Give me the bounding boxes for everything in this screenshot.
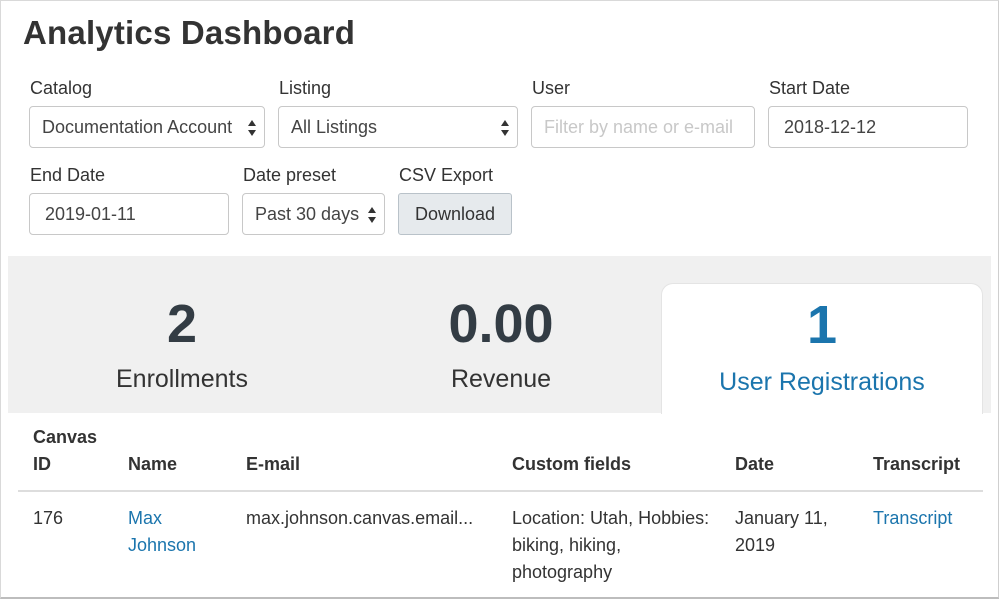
catalog-select[interactable]: Documentation Account bbox=[29, 106, 265, 148]
stat-label: User Registrations bbox=[719, 368, 925, 396]
cell-canvas-id: 176 bbox=[33, 508, 64, 528]
stat-revenue[interactable]: 0.00 Revenue bbox=[341, 256, 661, 413]
select-caret-icon bbox=[501, 120, 509, 136]
stats-panel: 2 Enrollments 0.00 Revenue 1 User Regist… bbox=[8, 256, 991, 414]
end-date-label: End Date bbox=[30, 165, 106, 185]
start-date-input[interactable]: 2018-12-12 bbox=[768, 106, 968, 148]
user-label: User bbox=[532, 78, 571, 98]
end-date-input[interactable]: 2019-01-11 bbox=[29, 193, 229, 235]
catalog-label: Catalog bbox=[30, 78, 93, 98]
stat-user-registrations[interactable]: 1 User Registrations bbox=[661, 283, 983, 414]
cell-custom-fields: Location: Utah, Hobbies: biking, hiking,… bbox=[512, 508, 710, 582]
stat-label: Revenue bbox=[450, 365, 552, 393]
date-preset-select[interactable]: Past 30 days bbox=[242, 193, 385, 235]
user-filter-input[interactable]: Filter by name or e-mail bbox=[531, 106, 755, 148]
page-title: Analytics Dashboard bbox=[23, 14, 356, 51]
transcript-link[interactable]: Transcript bbox=[873, 508, 952, 528]
user-filter-placeholder: Filter by name or e-mail bbox=[544, 117, 734, 137]
start-date-label: Start Date bbox=[769, 78, 851, 98]
stat-value: 1 bbox=[806, 295, 838, 355]
header-custom-fields: Custom fields bbox=[497, 424, 720, 492]
date-preset-value: Past 30 days bbox=[255, 204, 360, 224]
date-preset-label: Date preset bbox=[243, 165, 337, 185]
listing-select-value: All Listings bbox=[291, 117, 378, 137]
table-row: 176 Max Johnson max.johnson.canvas.email… bbox=[18, 491, 983, 586]
csv-export-label: CSV Export bbox=[399, 165, 494, 185]
header-transcript: Transcript bbox=[858, 424, 983, 492]
header-canvas-id: Canvas ID bbox=[18, 424, 113, 492]
listing-label: Listing bbox=[279, 78, 332, 98]
user-name-link[interactable]: Max Johnson bbox=[128, 508, 196, 555]
stat-value: 0.00 bbox=[448, 294, 554, 354]
download-button[interactable]: Download bbox=[398, 193, 512, 235]
listing-select[interactable]: All Listings bbox=[278, 106, 518, 148]
header-email: E-mail bbox=[231, 424, 497, 492]
select-caret-icon bbox=[368, 207, 376, 223]
registrations-table: Canvas ID Name E-mail Custom fields Date… bbox=[18, 424, 983, 586]
cell-date: January 11, 2019 bbox=[735, 508, 828, 555]
stat-value: 2 bbox=[166, 294, 198, 354]
header-date: Date bbox=[720, 424, 858, 492]
end-date-value: 2019-01-11 bbox=[45, 204, 136, 224]
catalog-select-value: Documentation Account bbox=[42, 117, 233, 137]
select-caret-icon bbox=[248, 120, 256, 136]
stat-label: Enrollments bbox=[116, 365, 248, 393]
cell-email: max.johnson.canvas.email... bbox=[246, 508, 474, 528]
start-date-value: 2018-12-12 bbox=[784, 117, 877, 137]
stat-enrollments[interactable]: 2 Enrollments bbox=[22, 256, 342, 413]
table-header-row: Canvas ID Name E-mail Custom fields Date… bbox=[18, 424, 983, 492]
header-name: Name bbox=[113, 424, 231, 492]
